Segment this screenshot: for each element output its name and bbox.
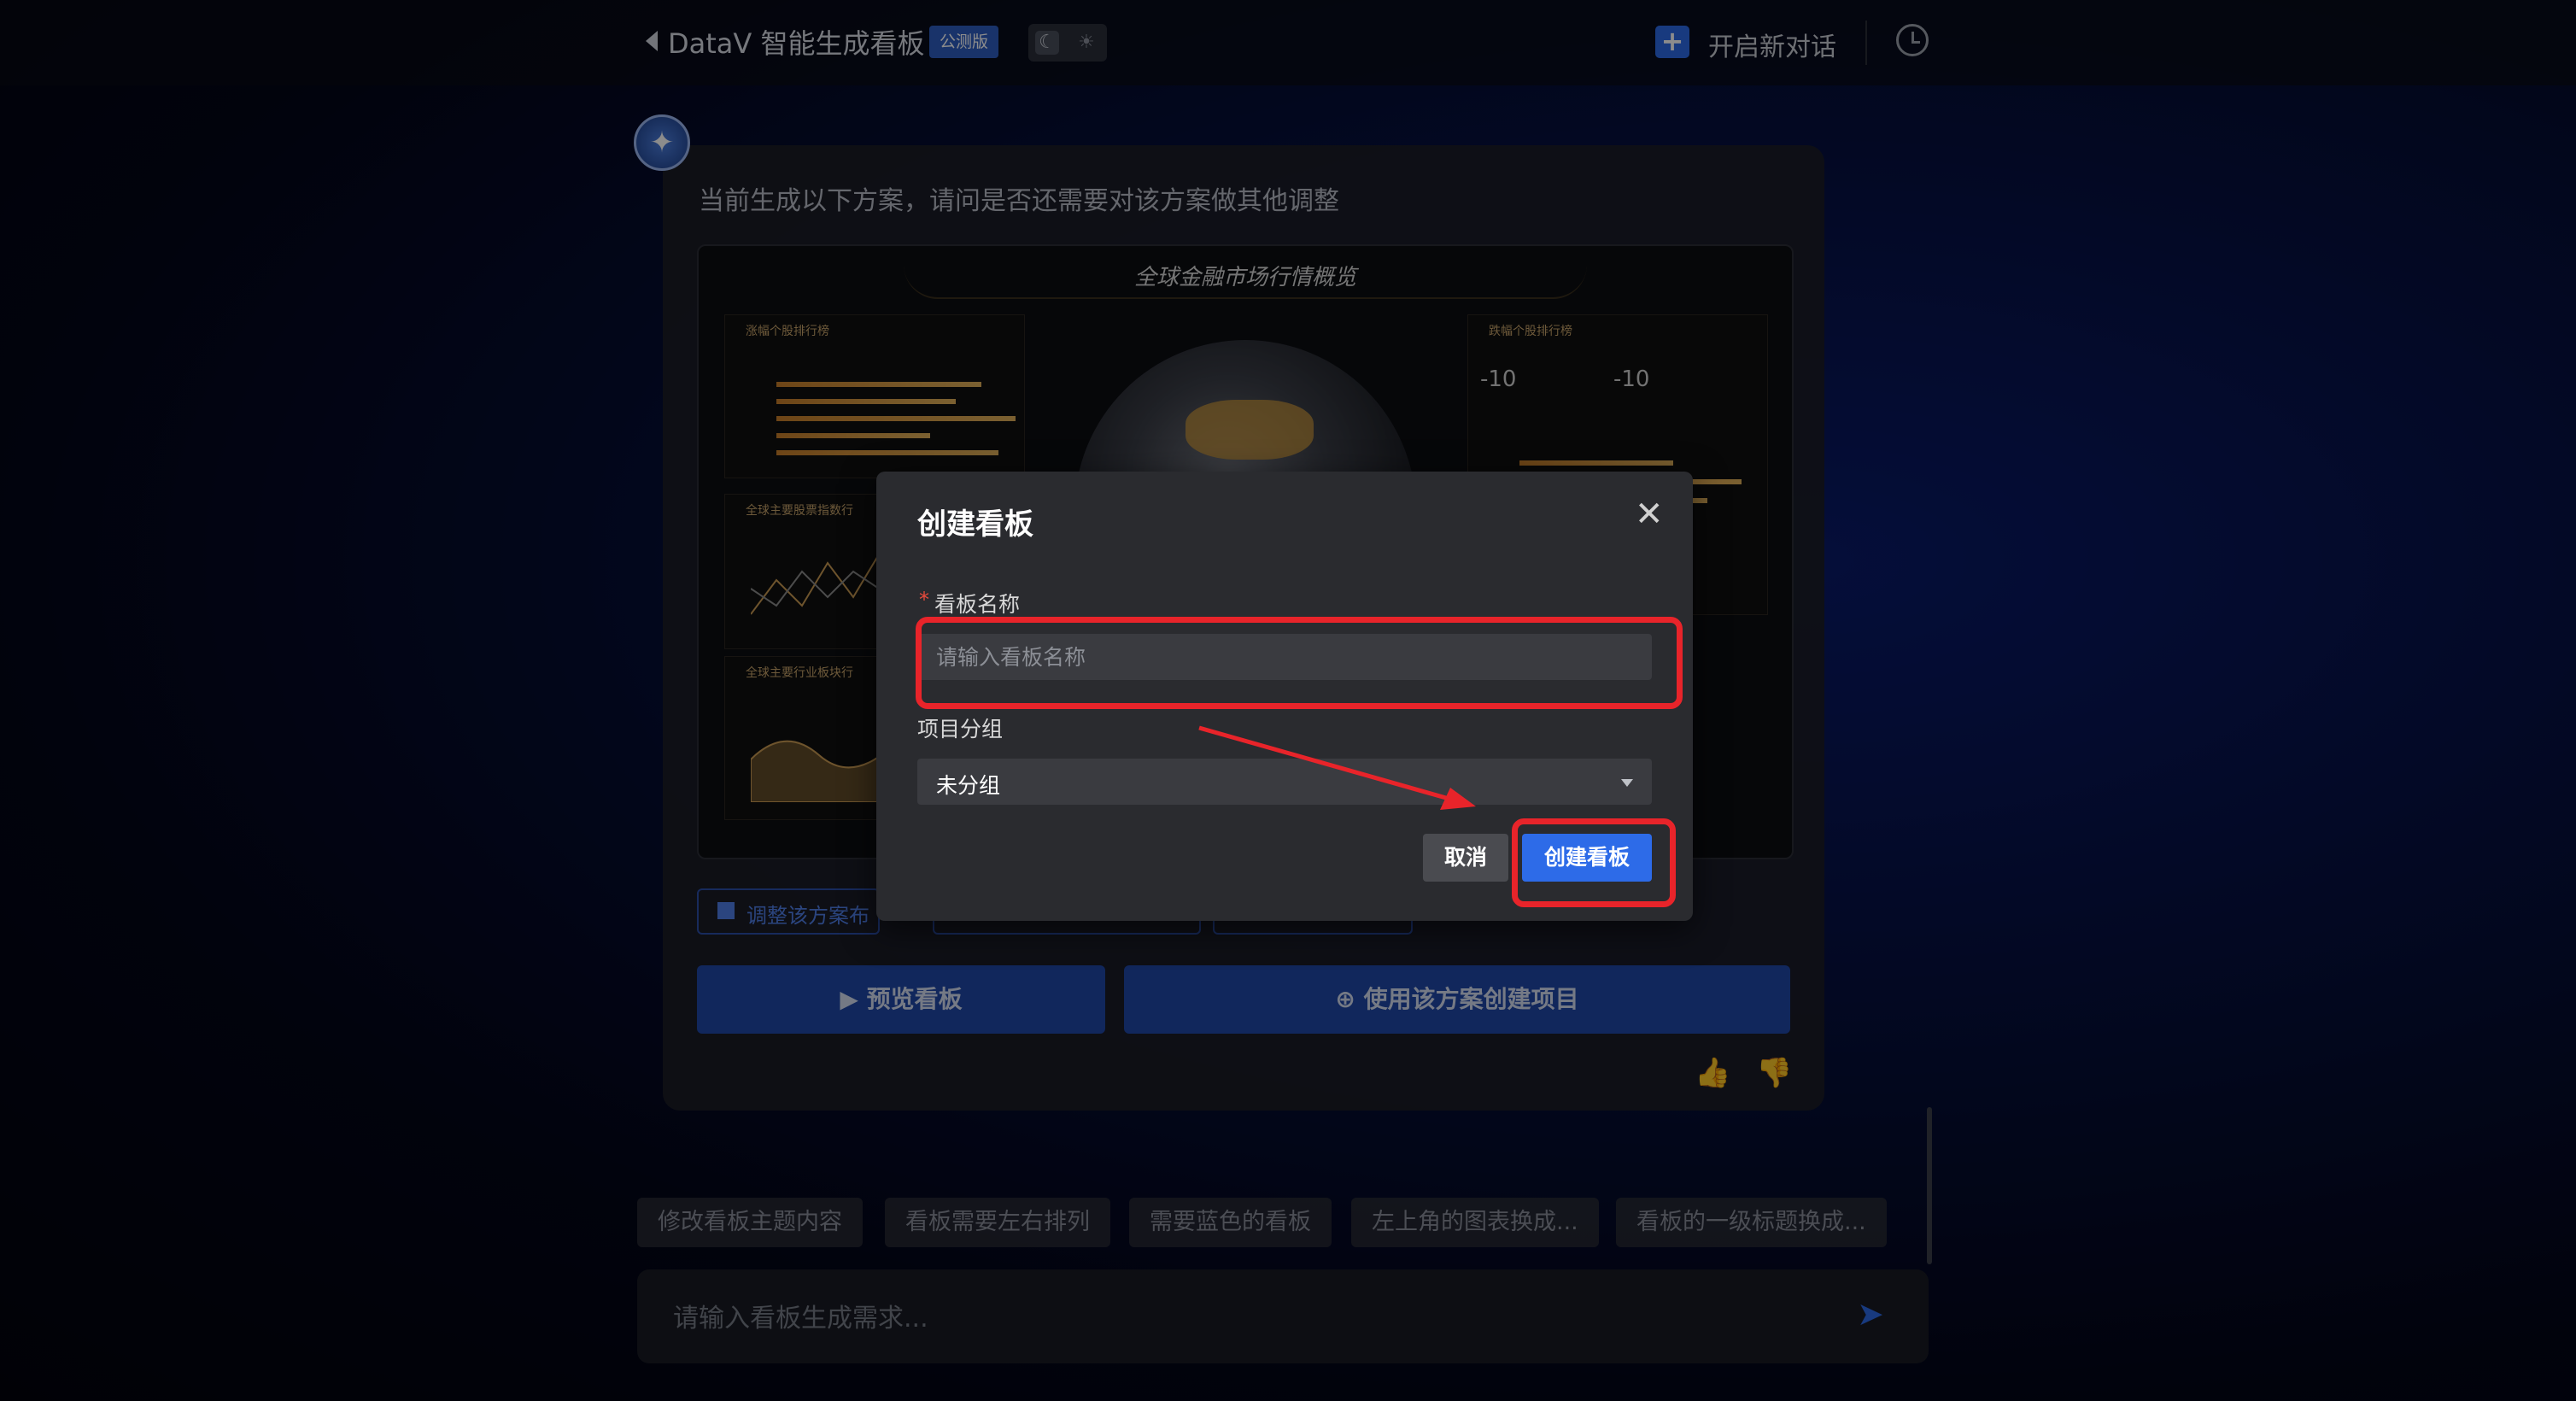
name-field-label: 看板名称 — [934, 592, 1021, 617]
cancel-button[interactable]: 取消 — [1423, 834, 1508, 882]
annotation-arrow — [1198, 725, 1476, 810]
modal-title: 创建看板 — [917, 507, 1033, 542]
group-field-label: 项目分组 — [917, 717, 1004, 742]
required-mark: * — [919, 588, 929, 612]
chevron-down-icon — [1621, 779, 1633, 787]
annotation-highlight-create-button — [1512, 818, 1676, 907]
annotation-highlight-name-input — [916, 617, 1683, 709]
close-icon[interactable]: ✕ — [1635, 497, 1664, 531]
project-group-value: 未分组 — [936, 773, 1001, 798]
